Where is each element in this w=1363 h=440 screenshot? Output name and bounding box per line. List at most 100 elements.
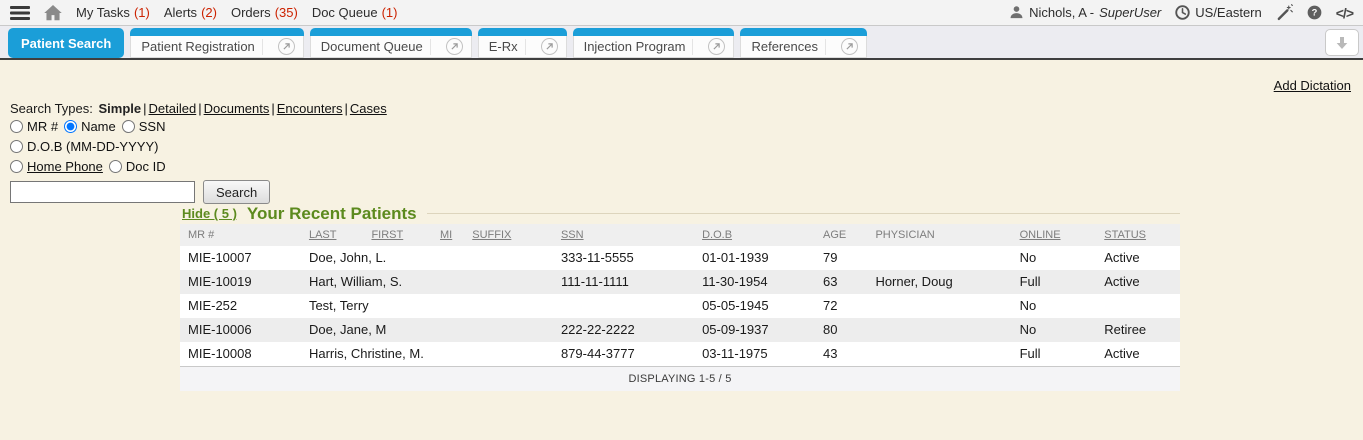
column-header-suffix[interactable]: SUFFIX [464,224,553,246]
separator: | [271,101,274,116]
user-name: Nichols, A - [1029,5,1094,20]
tab-popout [692,39,725,55]
download-tab-button[interactable] [1325,29,1359,56]
cell-age: 79 [815,246,867,270]
tab-popout [525,39,558,55]
patient-row-mie-252[interactable]: MIE-252 Test, Terry 05-05-1945 72 No [180,294,1180,318]
tab-injection-program[interactable]: Injection Program [573,28,735,58]
tab-patient-search[interactable]: Patient Search [8,28,124,58]
cell-ssn: 111-11-1111 [553,270,694,294]
nav-item-count: (1) [134,5,150,20]
radio-option-home-phone[interactable]: Home Phone [10,159,103,174]
cell-mr: MIE-10008 [180,342,301,367]
home-button[interactable] [44,5,62,21]
search-type-detailed[interactable]: Detailed [149,101,197,116]
search-type-documents[interactable]: Documents [204,101,270,116]
patient-row-mie-10006[interactable]: MIE-10006 Doe, Jane, M 222-22-2222 05-09… [180,318,1180,342]
tab-references[interactable]: References [740,28,866,58]
radio-input-doc-id[interactable] [109,160,122,173]
search-input[interactable] [10,181,195,203]
tabs: Patient Search Patient Registration Docu… [8,28,867,58]
radio-option-ssn[interactable]: SSN [122,119,166,134]
magic-wand-icon [1276,4,1293,21]
column-header-online[interactable]: ONLINE [1012,224,1097,246]
cell-age: 63 [815,270,867,294]
patient-row-mie-10007[interactable]: MIE-10007 Doe, John, L. 333-11-5555 01-0… [180,246,1180,270]
cell-status: Active [1096,342,1180,367]
cell-physician [867,342,1011,367]
radio-label: MR # [27,119,58,134]
cell-online: No [1012,246,1097,270]
popout-button[interactable] [708,38,725,55]
cell-age: 72 [815,294,867,318]
cell-name: Harris, Christine, M. [301,342,553,367]
recent-patients-title: Your Recent Patients [247,204,417,224]
radio-label: Home Phone [27,159,103,174]
radio-option-name[interactable]: Name [64,119,116,134]
radio-input-home-phone[interactable] [10,160,23,173]
cell-mr: MIE-252 [180,294,301,318]
cell-ssn [553,294,694,318]
nav-item-alerts[interactable]: Alerts (2) [164,5,217,20]
radio-input-name[interactable] [64,120,77,133]
cell-physician [867,318,1011,342]
search-type-links: Simple|Detailed|Documents|Encounters|Cas… [97,101,389,116]
cell-status: Retiree [1096,318,1180,342]
column-header-d-o-b[interactable]: D.O.B [694,224,815,246]
hamburger-menu-button[interactable] [10,5,30,21]
add-dictation-link[interactable]: Add Dictation [1274,78,1351,93]
popout-button[interactable] [446,38,463,55]
radio-input-mr[interactable] [10,120,23,133]
tab-patient-registration[interactable]: Patient Registration [130,28,303,58]
search-type-encounters[interactable]: Encounters [277,101,343,116]
cell-ssn: 333-11-5555 [553,246,694,270]
search-type-simple[interactable]: Simple [99,101,142,116]
external-arrow-icon [712,42,721,51]
popout-button[interactable] [841,38,858,55]
cell-status: Active [1096,246,1180,270]
radio-option-mr[interactable]: MR # [10,119,58,134]
nav-item-doc-queue[interactable]: Doc Queue (1) [312,5,398,20]
cell-online: Full [1012,270,1097,294]
column-header-ssn[interactable]: SSN [553,224,694,246]
cell-age: 43 [815,342,867,367]
radio-input-d-o-b-mm-dd-yyyy[interactable] [10,140,23,153]
search-radio-groups: MR # Name SSN D.O.B (MM-DD-YYYY) Home Phone D… [10,117,389,176]
table-footer-row: DISPLAYING 1-5 / 5 [180,367,1180,392]
tab-e-rx[interactable]: E-Rx [478,28,567,58]
patient-row-mie-10008[interactable]: MIE-10008 Harris, Christine, M. 879-44-3… [180,342,1180,367]
cell-dob: 01-01-1939 [694,246,815,270]
popout-button[interactable] [541,38,558,55]
cell-online: Full [1012,342,1097,367]
search-type-cases[interactable]: Cases [350,101,387,116]
radio-input-ssn[interactable] [122,120,135,133]
cell-physician [867,246,1011,270]
timezone-indicator: US/Eastern [1175,5,1261,20]
separator: | [345,101,348,116]
cell-dob: 03-11-1975 [694,342,815,367]
column-header-status[interactable]: STATUS [1096,224,1180,246]
help-button[interactable]: ? [1307,5,1322,20]
developer-tools-button[interactable]: </> [1336,5,1353,21]
separator: | [198,101,201,116]
radio-label: Doc ID [126,159,166,174]
column-header-mi[interactable]: MI [432,224,464,246]
nav-item-my-tasks[interactable]: My Tasks (1) [76,5,150,20]
column-header-first[interactable]: FIRST [363,224,432,246]
column-header-last[interactable]: LAST [301,224,364,246]
radio-option-d-o-b-mm-dd-yyyy[interactable]: D.O.B (MM-DD-YYYY) [10,139,158,154]
recent-patients-table: MR #LASTFIRSTMISUFFIXSSND.O.BAGEPHYSICIA… [180,224,1180,391]
popout-button[interactable] [278,38,295,55]
patient-row-mie-10019[interactable]: MIE-10019 Hart, William, S. 111-11-1111 … [180,270,1180,294]
hide-recent-link[interactable]: Hide ( 5 ) [182,206,237,221]
tab-document-queue[interactable]: Document Queue [310,28,472,58]
cell-ssn: 879-44-3777 [553,342,694,367]
timezone-label: US/Eastern [1195,5,1261,20]
wand-tools-button[interactable] [1276,4,1293,21]
radio-option-doc-id[interactable]: Doc ID [109,159,166,174]
nav-item-orders[interactable]: Orders (35) [231,5,298,20]
nav-item-label: My Tasks [76,5,130,20]
search-button[interactable]: Search [203,180,270,204]
column-header-physician: PHYSICIAN [867,224,1011,246]
user-menu[interactable]: Nichols, A - SuperUser [1009,5,1161,20]
